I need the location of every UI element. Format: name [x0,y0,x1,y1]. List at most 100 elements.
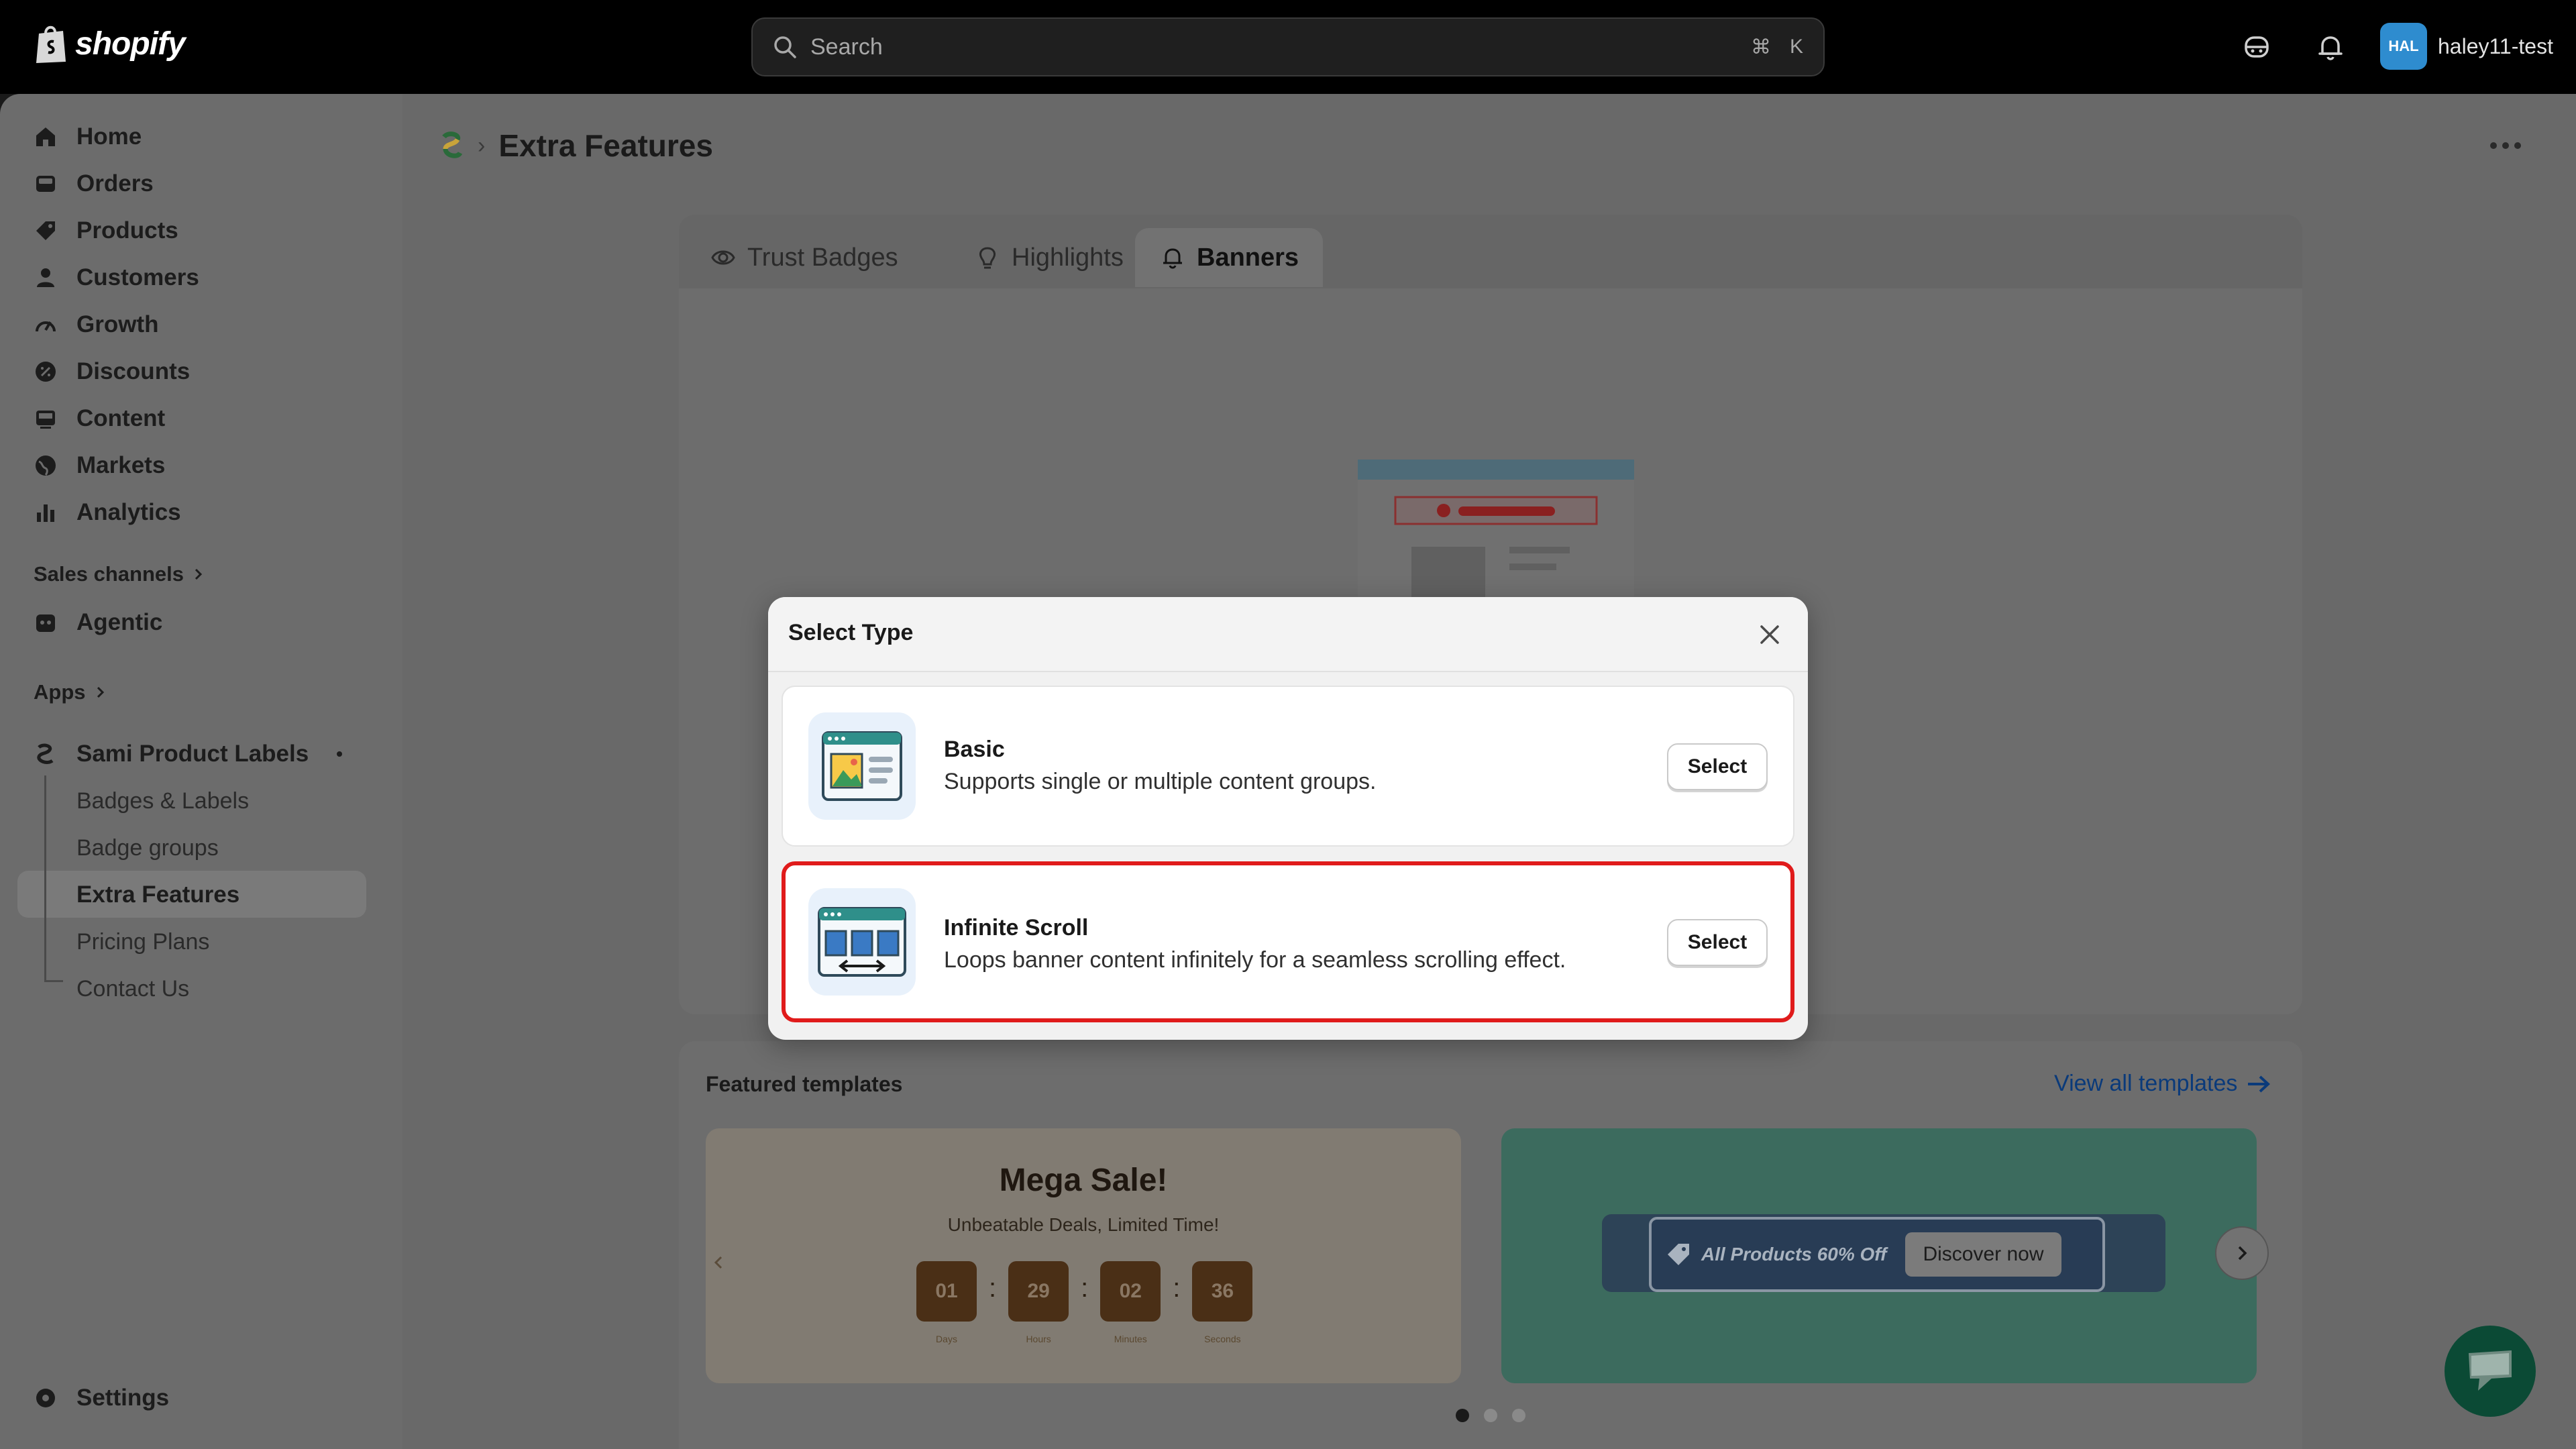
timer-label: Seconds [1204,1334,1241,1344]
template-card-promo[interactable]: All Products 60% Off Discover now [1501,1128,2257,1383]
sidebar-item-label: Markets [76,452,166,478]
sidebar-item-markets[interactable]: Markets [34,445,165,486]
sidebar-item-label: Discounts [76,358,191,384]
sidebar-item-contact-us[interactable]: Contact Us [76,969,189,1009]
tab-label: Trust Badges [747,243,898,272]
template-card-mega-sale[interactable]: Mega Sale! Unbeatable Deals, Limited Tim… [706,1128,1461,1383]
timer-hours: 29 Hours [1008,1261,1069,1344]
template-subtitle: Unbeatable Deals, Limited Time! [947,1214,1220,1235]
sidebar-item-badge-groups[interactable]: Badge groups [76,828,219,868]
apps-label: Apps [34,680,86,704]
sidebar-item-pricing-plans[interactable]: Pricing Plans [76,922,209,962]
sidebar-item-analytics[interactable]: Analytics [34,492,181,533]
timer-days: 01 Days [916,1261,977,1344]
timer-seconds: 36 Seconds [1192,1261,1253,1344]
person-icon [37,268,54,287]
breadcrumb: › Extra Features [440,127,713,164]
shopify-bag-icon [36,25,66,63]
sidebar-item-label: Badge groups [76,835,219,861]
tree-branch [44,980,63,982]
lightbulb-icon [979,247,996,269]
pin-dot-icon [337,751,342,757]
search-input[interactable]: Search ⌘ K [751,17,1825,76]
sidebar-item-customers[interactable]: Customers [34,258,199,298]
carousel-next-button[interactable] [2215,1226,2269,1280]
timer-separator: : [1173,1273,1181,1303]
timer-label: Hours [1026,1334,1051,1344]
page-title: Extra Features [498,128,713,163]
carousel-prev-button[interactable] [699,1242,739,1283]
select-infinite-scroll-button[interactable]: Select [1667,919,1768,966]
carousel-dot[interactable] [1484,1409,1497,1422]
tab-banners[interactable]: Banners [1135,228,1324,287]
tab-trust-badges[interactable]: Trust Badges [686,228,922,287]
sidebar-item-products[interactable]: Products [34,211,178,251]
sidebar-item-sami-product-labels[interactable]: Sami Product Labels [34,734,356,774]
sidekick-icon[interactable] [2241,31,2273,63]
shopify-logo[interactable]: shopify [34,23,186,64]
sales-channels-header[interactable]: Sales channels [34,562,205,586]
promo-banner: All Products 60% Off Discover now [1649,1217,2105,1292]
tab-label: Highlights [1012,243,1124,272]
user-menu[interactable]: HAL haley11-test [2380,23,2553,70]
countdown-timer: 01 Days : 29 Hours : 02 Minutes : 36 Sec… [916,1261,1253,1344]
tab-highlights[interactable]: Highlights [950,228,1148,287]
arrow-right-icon [2248,1075,2271,1092]
timer-label: Minutes [1114,1334,1147,1344]
carousel-dots [1456,1409,1525,1422]
bar-chart-icon [37,504,54,522]
infinite-scroll-icon [818,907,906,977]
home-icon [36,127,55,146]
carousel-dot[interactable] [1456,1409,1469,1422]
eye-badge-icon [711,250,735,265]
infinite-scroll-thumbnail [808,888,916,996]
featured-templates-card: Featured templates View all templates Me… [679,1041,2302,1449]
app-logo-icon[interactable] [440,130,464,161]
chat-support-button[interactable] [2445,1326,2536,1417]
select-basic-button[interactable]: Select [1667,743,1768,790]
sidebar-item-label: Sami Product Labels [76,741,309,767]
option-title: Infinite Scroll [944,915,1089,941]
sidebar-item-growth[interactable]: Growth [34,305,158,345]
timer-value: 36 [1192,1261,1253,1322]
sidebar-item-badges-labels[interactable]: Badges & Labels [76,781,249,821]
sidebar-item-orders[interactable]: Orders [34,164,154,204]
apps-header[interactable]: Apps [34,680,107,704]
option-description: Loops banner content infinitely for a se… [944,947,1566,973]
chevron-right-icon [195,568,203,580]
more-options-icon[interactable] [2489,141,2522,150]
tag-icon [1668,1244,1689,1265]
carousel-dot[interactable] [1512,1409,1525,1422]
robot-icon [36,614,55,632]
select-type-modal: Select Type Basic Supports single or mul… [768,597,1808,1040]
top-bar: shopify Search ⌘ K HAL haley11-test [0,0,2576,94]
timer-separator: : [989,1273,997,1303]
chat-icon [2469,1350,2512,1391]
sidebar-item-label: Settings [76,1385,170,1411]
basic-thumbnail [808,712,916,820]
option-basic[interactable]: Basic Supports single or multiple conten… [782,686,1794,847]
option-infinite-scroll[interactable]: Infinite Scroll Loops banner content inf… [782,861,1794,1022]
sidebar-item-label: Orders [76,170,154,197]
sidebar-item-label: Content [76,405,166,431]
sidebar-item-agentic[interactable]: Agentic [34,602,162,643]
view-all-templates-link[interactable]: View all templates [2054,1071,2271,1097]
sidebar-item-discounts[interactable]: Discounts [34,352,190,392]
shortcut-cmd: ⌘ [1750,36,1771,58]
sidebar-item-settings[interactable]: Settings [34,1385,169,1411]
featured-heading: Featured templates [706,1072,903,1096]
search-placeholder: Search [810,34,883,60]
bell-icon[interactable] [2314,31,2347,63]
close-icon[interactable] [1758,623,1782,647]
sidebar-item-content[interactable]: Content [34,398,165,439]
sidebar-item-home[interactable]: Home [34,117,142,157]
discover-now-button[interactable]: Discover now [1905,1232,2061,1277]
inbox-icon [36,176,55,192]
sidebar-item-extra-features[interactable]: Extra Features [76,875,239,915]
chevron-right-icon: › [478,132,486,158]
gear-icon [36,1389,55,1407]
sidebar-item-label: Extra Features [76,881,240,908]
sidebar-item-label: Analytics [76,499,181,525]
brand-name: shopify [75,25,186,62]
chevron-right-icon [97,686,104,698]
